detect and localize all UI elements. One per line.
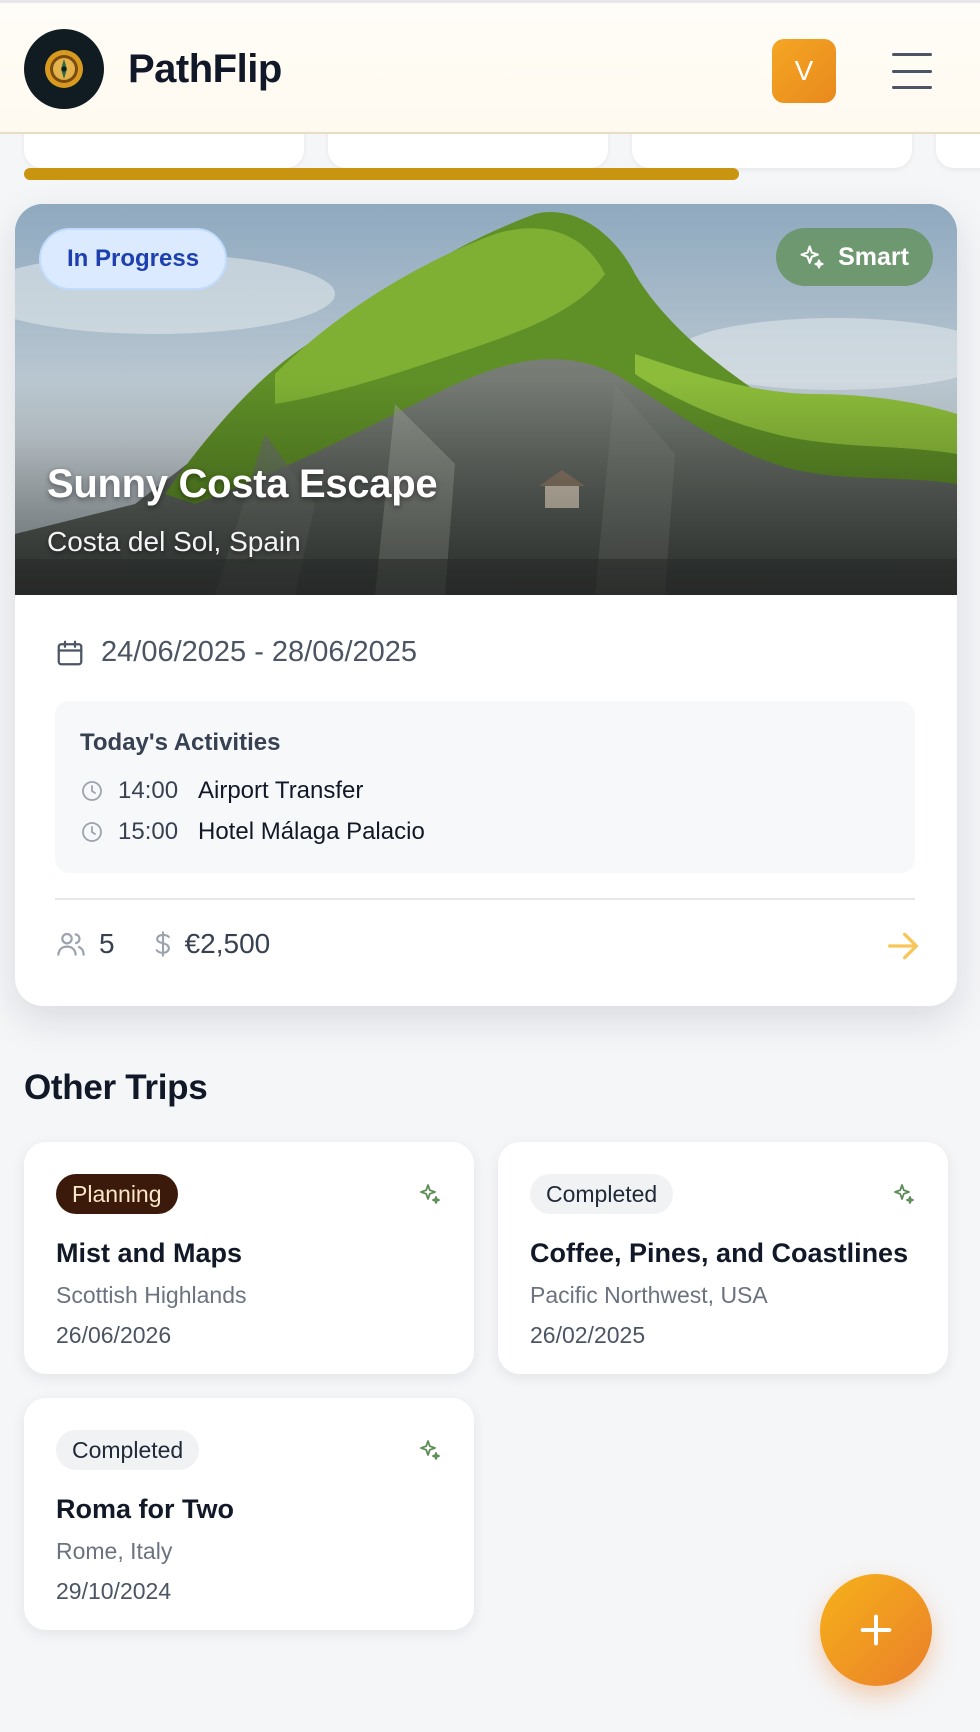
activity-item[interactable]: 14:00 Airport Transfer (80, 777, 363, 805)
status-badge: Completed (530, 1174, 674, 1214)
compass-logo-icon (45, 50, 83, 88)
status-badge: Planning (56, 1174, 178, 1214)
plus-icon (860, 1614, 892, 1646)
activity-name: Hotel Málaga Palacio (198, 818, 425, 845)
add-trip-button[interactable] (820, 1574, 932, 1686)
trip-hero-image: In Progress Smart Sunny Costa Escape Cos… (15, 204, 957, 595)
app-header: PathFlip V (0, 0, 980, 134)
clock-icon (82, 822, 102, 842)
smart-badge[interactable]: Smart (776, 228, 933, 286)
sparkles-icon (420, 1440, 440, 1460)
todays-activities-panel: Today's Activities 14:00 Airport Transfe… (55, 701, 915, 873)
app-logo[interactable] (24, 29, 104, 109)
trip-date: 26/06/2026 (56, 1322, 172, 1348)
trip-name: Mist and Maps (56, 1238, 243, 1268)
sparkles-icon (420, 1184, 440, 1204)
sparkles-icon (800, 245, 824, 269)
activity-name: Airport Transfer (198, 777, 364, 804)
menu-line (892, 86, 932, 89)
sparkles-icon (894, 1184, 914, 1204)
user-avatar-button[interactable]: V (772, 39, 836, 103)
trip-location: Scottish Highlands (56, 1282, 247, 1308)
trip-date: 29/10/2024 (56, 1578, 172, 1604)
trip-name: Roma for Two (56, 1494, 234, 1524)
trip-dates-text: 24/06/2025 - 28/06/2025 (101, 636, 418, 668)
trip-stats: 5 €2,500 (55, 928, 270, 960)
trip-card[interactable]: Completed Coffee, Pines, and Coastlines … (498, 1142, 948, 1374)
trip-card[interactable]: Completed Roma for Two Rome, Italy 29/10… (24, 1398, 474, 1630)
menu-line (892, 53, 932, 56)
todays-activities-title: Today's Activities (80, 729, 281, 756)
trip-name: Coffee, Pines, and Coastlines (530, 1238, 909, 1268)
other-trips-title: Other Trips (24, 1068, 208, 1107)
trip-date: 26/02/2025 (530, 1322, 646, 1348)
activity-time: 14:00 (118, 777, 179, 804)
trip-location: Pacific Northwest, USA (530, 1282, 768, 1308)
featured-trip-card[interactable]: In Progress Smart Sunny Costa Escape Cos… (15, 204, 957, 1006)
travelers-count: 5 (99, 928, 115, 959)
calendar-icon (57, 640, 83, 665)
brand-name: PathFlip (128, 47, 282, 91)
activity-item[interactable]: 15:00 Hotel Málaga Palacio (80, 818, 425, 846)
trip-dates: 24/06/2025 - 28/06/2025 (55, 636, 417, 669)
card-divider (55, 898, 915, 900)
status-badge: Completed (56, 1430, 200, 1470)
budget-amount: €2,500 (184, 928, 271, 959)
status-badge: In Progress (39, 228, 228, 290)
trip-location: Costa del Sol, Spain (47, 526, 301, 557)
trip-card[interactable]: Planning Mist and Maps Scottish Highland… (24, 1142, 474, 1374)
smart-badge-label: Smart (838, 242, 909, 271)
carousel-progress-bar[interactable] (24, 168, 739, 180)
activity-time: 15:00 (118, 818, 179, 845)
dollar-icon (155, 931, 170, 957)
trip-title: Sunny Costa Escape (47, 462, 438, 506)
trip-location: Rome, Italy (56, 1538, 173, 1564)
menu-icon[interactable] (892, 53, 932, 89)
menu-line (892, 69, 932, 73)
arrow-right-icon[interactable] (883, 926, 923, 966)
users-icon (57, 932, 85, 956)
clock-icon (82, 781, 102, 801)
